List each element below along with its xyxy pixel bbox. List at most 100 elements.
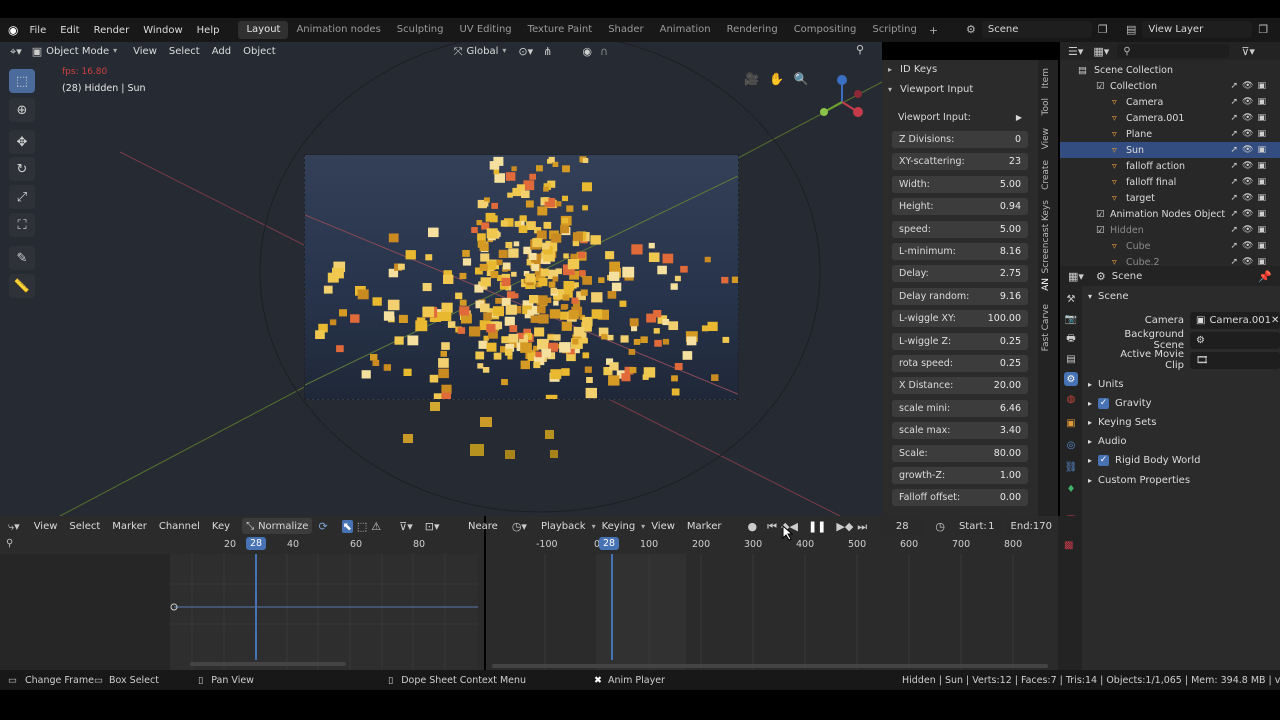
output-tab-icon[interactable]: 🖶 <box>1064 332 1078 346</box>
texture-tab-icon[interactable]: ▩ <box>1064 540 1073 551</box>
filter-icon[interactable]: ⊽▾ <box>1241 46 1255 57</box>
scene-tab-icon[interactable]: ⚙ <box>1064 372 1078 386</box>
start-frame-field[interactable]: Start: 1 <box>952 517 1001 535</box>
visibility-toggles-icon[interactable]: ➚👁▣ <box>1231 113 1270 123</box>
editor-type-icon[interactable]: ☰▾ <box>1068 46 1083 57</box>
visibility-toggles-icon[interactable]: ➚👁▣ <box>1231 177 1270 187</box>
menu-view[interactable]: View <box>28 521 64 532</box>
id-keys-panel[interactable]: ▸ ID Keys <box>882 60 1038 80</box>
active-movie-clip-field[interactable]: 🎞 <box>1190 351 1280 369</box>
collection-checkbox-icon[interactable]: ☑ <box>1096 81 1105 92</box>
tab-sculpting[interactable]: Sculpting <box>389 21 452 39</box>
input-field-x-distance[interactable]: X Distance: 20.00 <box>892 377 1028 395</box>
outliner-item-camera[interactable]: ▿ Camera ➚👁▣ <box>1060 94 1280 110</box>
section-custom-properties[interactable]: ▸ Custom Properties <box>1088 472 1190 488</box>
input-field-scale[interactable]: Scale: 80.00 <box>892 444 1028 462</box>
only-errors-icon[interactable]: ⚠ <box>371 521 381 532</box>
menu-key[interactable]: Key <box>206 521 236 532</box>
current-frame-field[interactable]: 28 <box>879 517 926 535</box>
input-field-height[interactable]: Height: 0.94 <box>892 198 1028 216</box>
annotate-tool[interactable]: ✎ <box>9 246 35 270</box>
visibility-toggles-icon[interactable]: ➚👁▣ <box>1231 161 1270 171</box>
section-audio[interactable]: ▸ Audio <box>1088 434 1126 450</box>
editor-type-icon[interactable]: ▦▾ <box>1068 271 1084 282</box>
collection-checkbox-icon[interactable]: ☑ <box>1096 225 1105 236</box>
graph-ruler[interactable]: ⚲ 20 28 40 60 80 <box>0 536 484 554</box>
editor-type-icon[interactable]: ◷▾ <box>512 521 527 532</box>
outliner-item-plane[interactable]: ▿ Plane ➚👁▣ <box>1060 126 1280 142</box>
menu-view[interactable]: View <box>645 521 681 532</box>
outliner-item-falloff-action[interactable]: ▿ falloff action ➚👁▣ <box>1060 158 1280 174</box>
camera-view-icon[interactable]: 🎥 <box>744 72 769 86</box>
section-units[interactable]: ▸ Units <box>1088 376 1124 392</box>
outliner-item-hidden[interactable]: ☑ Hidden ➚👁▣ <box>1060 222 1280 238</box>
input-field-l-minimum[interactable]: L-minimum: 8.16 <box>892 243 1028 260</box>
visibility-toggles-icon[interactable]: ➚👁▣ <box>1231 145 1270 155</box>
measure-tool[interactable]: 📏 <box>9 274 35 298</box>
move-tool[interactable]: ✥ <box>9 130 35 154</box>
graph-editor[interactable]: ⤷▾ View Select Marker Channel Key ⤡ Norm… <box>0 516 484 670</box>
new-view-layer-icon[interactable]: ❐ <box>1258 24 1268 35</box>
outliner-item-target[interactable]: ▿ target ➚👁▣ <box>1060 190 1280 206</box>
object-tab-icon[interactable]: ▣ <box>1064 416 1078 430</box>
timeline[interactable]: Neare ◷▾ Playback ▾ Keying ▾ View Marker ●… <box>468 516 1058 670</box>
input-field-scale-max[interactable]: scale max: 3.40 <box>892 422 1028 440</box>
render-tab-icon[interactable]: 📷 <box>1064 312 1078 326</box>
outliner-search-input[interactable]: ⚲ <box>1117 44 1230 58</box>
view-layer-tab-icon[interactable]: ▤ <box>1064 352 1078 366</box>
menu-channel[interactable]: Channel <box>153 521 206 532</box>
tool-tab-icon[interactable]: ⚒ <box>1064 292 1078 306</box>
menu-select[interactable]: Select <box>63 521 106 532</box>
input-field-growth-z[interactable]: growth-Z: 1.00 <box>892 467 1028 484</box>
preview-range-icon[interactable]: ◷ <box>935 521 945 532</box>
scale-tool[interactable]: ⤢ <box>9 185 35 209</box>
input-field-z-divisions[interactable]: Z Divisions: 0 <box>892 131 1028 148</box>
section-rigid-body-world[interactable]: ▸ ✓ Rigid Body World <box>1088 453 1200 469</box>
transform-tool[interactable]: ⛶ <box>9 213 35 237</box>
timeline-current-frame[interactable]: 28 <box>599 537 620 550</box>
outliner-item-cube[interactable]: ▿ Cube ➚👁▣ <box>1060 238 1280 254</box>
section-gravity[interactable]: ▸ ✓ Gravity <box>1088 395 1152 411</box>
tab-layout[interactable]: Layout <box>238 21 289 39</box>
anim-player-job[interactable]: ✖ Anim Player <box>594 675 665 686</box>
input-field-xy-scattering[interactable]: XY-scattering: 23 <box>892 153 1028 171</box>
sidebar-tab-item[interactable]: Item <box>1041 68 1051 89</box>
pivot-icon[interactable]: ⊡▾ <box>425 521 440 532</box>
keying-menu[interactable]: Keying ▾ <box>596 521 646 532</box>
tab-animation-nodes[interactable]: Animation nodes <box>288 21 388 39</box>
input-field-delay[interactable]: Delay: 2.75 <box>892 265 1028 283</box>
jump-end-icon[interactable]: ⏭ <box>857 521 867 532</box>
sidebar-tab-an[interactable]: AN <box>1041 278 1051 291</box>
input-field-falloff-offset[interactable]: Falloff offset: 0.00 <box>892 489 1028 507</box>
rotate-tool[interactable]: ↻ <box>9 157 35 181</box>
enable-checkbox[interactable]: ✓ <box>1098 397 1110 409</box>
cursor-tool[interactable]: ⊕ <box>9 98 35 122</box>
3d-viewport[interactable]: ⌖▾ ▣ Object Mode ▾ View Select Add Objec… <box>0 42 882 516</box>
pause-icon[interactable]: ❚❚ <box>808 521 826 532</box>
channel-search-input[interactable] <box>4 536 166 552</box>
only-selected-icon[interactable]: ⬉ <box>341 519 353 533</box>
pin-icon[interactable]: 📌 <box>1258 271 1272 282</box>
sidebar-tab-screencast-keys[interactable]: Screencast Keys <box>1041 200 1051 274</box>
enable-checkbox[interactable]: ✓ <box>1098 455 1110 467</box>
visibility-toggles-icon[interactable]: ➚👁▣ <box>1231 241 1270 251</box>
visibility-toggles-icon[interactable]: ➚👁▣ <box>1231 209 1270 219</box>
playback-menu[interactable]: Playback ▾ <box>535 521 596 532</box>
outliner-item-animation-nodes-object[interactable]: ☑ Animation Nodes Object ➚👁▣ <box>1060 206 1280 222</box>
tab-uv-editing[interactable]: UV Editing <box>451 21 519 39</box>
input-field-l-wiggle-xy[interactable]: L-wiggle XY: 100.00 <box>892 310 1028 328</box>
display-mode-icon[interactable]: ▦▾ <box>1093 46 1109 57</box>
outliner-item-sun[interactable]: ▿ Sun ➚👁▣ <box>1060 142 1280 158</box>
sidebar-tab-create[interactable]: Create <box>1041 160 1051 190</box>
menu-render[interactable]: Render <box>87 25 137 36</box>
jump-start-icon[interactable]: ⏮ <box>767 521 777 532</box>
scene-field[interactable]: Scene <box>981 21 1092 38</box>
section-keying-sets[interactable]: ▸ Keying Sets <box>1088 414 1156 430</box>
visibility-toggles-icon[interactable]: ➚👁▣ <box>1231 193 1270 203</box>
scene-icon[interactable]: ⚙ <box>966 24 976 35</box>
input-field-width[interactable]: Width: 5.00 <box>892 175 1028 193</box>
outliner-item-collection[interactable]: ☑ Collection ➚👁▣ <box>1060 78 1280 94</box>
menu-marker[interactable]: Marker <box>106 521 153 532</box>
input-field-delay-random[interactable]: Delay random: 9.16 <box>892 287 1028 305</box>
visibility-toggles-icon[interactable]: ➚👁▣ <box>1231 97 1270 107</box>
